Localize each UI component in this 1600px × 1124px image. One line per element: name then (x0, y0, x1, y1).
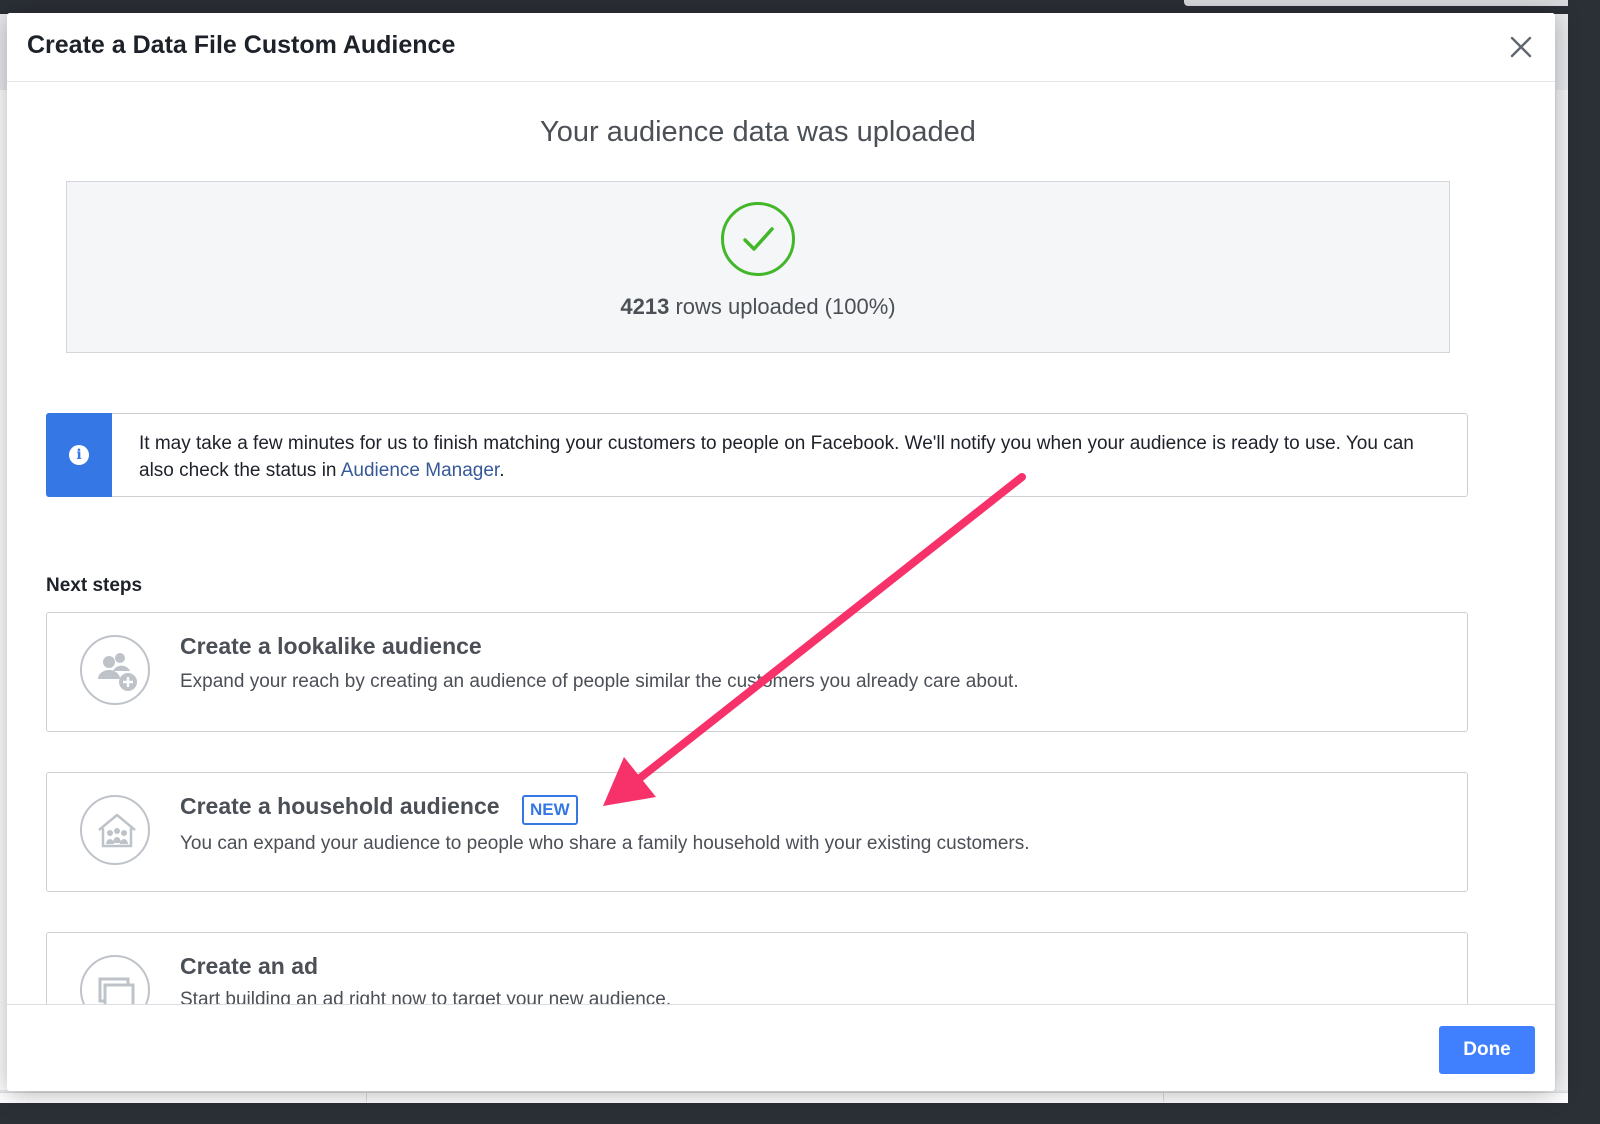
step-title: Create a household audience (180, 793, 500, 819)
info-banner-text: It may take a few minutes for us to fini… (139, 430, 1439, 484)
info-banner: i It may take a few minutes for us to fi… (46, 413, 1468, 497)
info-message: It may take a few minutes for us to fini… (139, 433, 1414, 481)
step-title: Create a lookalike audience (180, 633, 482, 659)
upload-summary-box: 4213 rows uploaded (100%) (66, 181, 1450, 353)
background-topbar (1184, 0, 1568, 6)
modal-footer: Done (7, 1004, 1555, 1091)
custom-audience-modal: Create a Data File Custom Audience Your … (7, 13, 1555, 1091)
done-button[interactable]: Done (1439, 1026, 1535, 1074)
close-button[interactable] (1507, 33, 1535, 61)
audience-manager-link[interactable]: Audience Manager (341, 460, 499, 481)
step-description: Expand your reach by creating an audienc… (180, 671, 1019, 692)
modal-body: Your audience data was uploaded 4213 row… (7, 82, 1555, 1004)
modal-title: Create a Data File Custom Audience (27, 31, 456, 59)
info-icon: i (69, 445, 89, 465)
step-title: Create an ad (180, 953, 319, 979)
create-ad-card[interactable]: Create an ad Start building an ad right … (46, 932, 1468, 1004)
background-column-divider (1163, 1092, 1164, 1102)
rows-count: 4213 (620, 294, 670, 319)
success-check-icon (721, 202, 795, 276)
lookalike-audience-card[interactable]: Create a lookalike audience Expand your … (46, 612, 1468, 732)
upload-heading: Your audience data was uploaded (540, 116, 976, 148)
info-banner-accent: i (46, 413, 112, 497)
background-bottom-bar (0, 1092, 1568, 1103)
step-description: You can expand your audience to people w… (180, 833, 1030, 854)
lookalike-audience-icon (80, 635, 150, 705)
next-steps-label: Next steps (46, 575, 143, 596)
create-ad-icon (80, 955, 150, 1004)
step-description: Start building an ad right now to target… (180, 989, 672, 1004)
rows-suffix: rows uploaded (100%) (669, 294, 896, 319)
background-right-panel (1556, 90, 1568, 1090)
background-column-divider (366, 1092, 367, 1102)
new-badge: NEW (522, 795, 578, 825)
household-audience-card[interactable]: Create a household audience NEW You can … (46, 772, 1468, 892)
close-icon (1510, 36, 1532, 58)
household-icon (80, 795, 150, 865)
modal-header: Create a Data File Custom Audience (7, 13, 1555, 82)
info-trailing: . (499, 460, 505, 481)
upload-status: 4213 rows uploaded (100%) (67, 294, 1449, 320)
